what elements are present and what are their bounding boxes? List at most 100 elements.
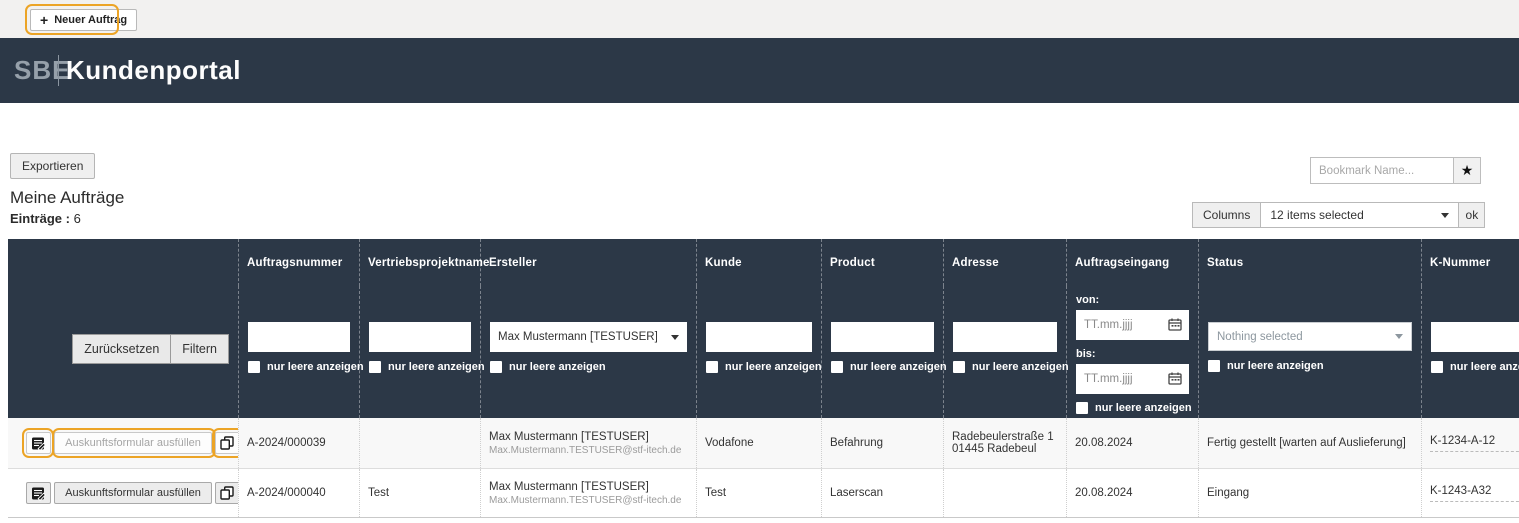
bis-label: bis: <box>1076 348 1189 360</box>
edit-form-button[interactable] <box>26 432 51 454</box>
empty-only-checkbox[interactable] <box>369 361 381 373</box>
new-order-label: Neuer Auftrag <box>54 14 127 26</box>
k-nummer-value[interactable]: K-1234-A-12 <box>1430 435 1519 452</box>
empty-only-checkbox[interactable] <box>1076 402 1088 414</box>
calendar-icon[interactable] <box>1168 372 1182 385</box>
auftragseingang-value: 20.08.2024 <box>1075 487 1198 499</box>
columns-select[interactable]: 12 items selected <box>1261 202 1459 228</box>
plus-icon: + <box>40 13 48 27</box>
filter-cell-k-nummer: nur leere anzeigen <box>1422 286 1519 418</box>
empty-only-checkbox[interactable] <box>490 361 502 373</box>
cell-ersteller: Max Mustermann [TESTUSER] Max.Mustermann… <box>481 418 697 468</box>
status-placeholder: Nothing selected <box>1217 331 1303 343</box>
empty-only-checkbox[interactable] <box>1431 361 1443 373</box>
product-value: Befahrung <box>830 437 943 449</box>
cell-vertriebsprojektname <box>360 418 481 468</box>
column-header-vertriebsprojektname: Vertriebsprojektname <box>360 239 481 286</box>
adresse-filter-input[interactable] <box>953 322 1057 352</box>
row-actions: Auskunftsformular ausfüllen <box>8 418 239 468</box>
export-button[interactable]: Exportieren <box>10 153 95 179</box>
new-order-button[interactable]: + Neuer Auftrag <box>30 9 137 31</box>
cell-adresse: Radebeulerstraße 1 01445 Radebeul <box>944 418 1067 468</box>
product-value: Laserscan <box>830 487 943 499</box>
ersteller-email: Max.Mustermann.TESTUSER@stf-itech.de <box>489 445 696 456</box>
auftragsnummer-filter-input[interactable] <box>248 322 350 352</box>
cell-auftragsnummer: A-2024/000039 <box>239 418 360 468</box>
edit-document-icon <box>31 436 46 451</box>
empty-only-checkbox[interactable] <box>1208 360 1220 372</box>
info-form-button[interactable]: Auskunftsformular ausfüllen <box>54 432 212 454</box>
portal-title: Kundenportal <box>66 55 241 86</box>
kunde-filter-input[interactable] <box>706 322 812 352</box>
empty-only-checkbox[interactable] <box>248 361 260 373</box>
column-header-auftragsnummer: Auftragsnummer <box>239 239 360 286</box>
auftragseingang-value: 20.08.2024 <box>1075 437 1198 449</box>
von-label: von: <box>1076 294 1189 306</box>
adresse-line2: 01445 Radebeul <box>952 443 1066 455</box>
edit-form-button[interactable] <box>26 482 51 504</box>
columns-picker: Columns 12 items selected ok <box>1192 202 1485 228</box>
column-header-k-nummer: K-Nummer <box>1422 239 1519 286</box>
bookmark-save-button[interactable]: ★ <box>1453 157 1481 184</box>
auftragsnummer-value: A-2024/000040 <box>247 487 359 499</box>
empty-only-checkbox[interactable] <box>831 361 843 373</box>
cell-kunde: Test <box>697 469 822 517</box>
reset-filters-button[interactable]: Zurücksetzen <box>72 334 171 364</box>
ersteller-name: Max Mustermann [TESTUSER] <box>489 481 696 493</box>
bookmark-bar: ★ <box>1310 157 1481 184</box>
entries-count: Einträge : 6 <box>10 211 81 226</box>
auftragsnummer-value: A-2024/000039 <box>247 437 359 449</box>
filter-cell-vertriebsprojektname: nur leere anzeigen <box>360 286 481 418</box>
info-form-label: Auskunftsformular ausfüllen <box>65 487 201 499</box>
info-form-button[interactable]: Auskunftsformular ausfüllen <box>54 482 212 504</box>
adresse-line1: Radebeulerstraße 1 <box>952 431 1066 443</box>
vertriebsprojektname-value: Test <box>368 487 480 499</box>
row-actions: Auskunftsformular ausfüllen <box>8 469 239 517</box>
status-value: Fertig gestellt [warten auf Auslieferung… <box>1207 437 1421 449</box>
column-header-status: Status <box>1199 239 1422 286</box>
column-header-ersteller: Ersteller <box>481 239 697 286</box>
edit-document-icon <box>31 486 46 501</box>
ersteller-filter-select[interactable]: Max Mustermann [TESTUSER] <box>490 322 687 352</box>
empty-only-label: nur leere anzeigen <box>972 361 1069 373</box>
ersteller-selected-value: Max Mustermann [TESTUSER] <box>498 331 658 343</box>
k-nummer-value[interactable]: K-1243-A32 <box>1430 485 1519 502</box>
empty-only-checkbox[interactable] <box>953 361 965 373</box>
columns-label: Columns <box>1192 202 1261 228</box>
product-filter-input[interactable] <box>831 322 934 352</box>
cell-kunde: Vodafone <box>697 418 822 468</box>
kunde-value: Vodafone <box>705 437 821 449</box>
filter-cell-adresse: nur leere anzeigen <box>944 286 1067 418</box>
columns-selected-value: 12 items selected <box>1270 208 1363 222</box>
copy-order-button[interactable] <box>215 432 239 454</box>
column-header-kunde: Kunde <box>697 239 822 286</box>
columns-ok-button[interactable]: ok <box>1459 202 1485 228</box>
table-header-row: Auftragsnummer Vertriebsprojektname Erst… <box>8 239 1519 286</box>
copy-icon <box>220 486 234 500</box>
cell-k-nummer: K-1243-A32 <box>1422 469 1519 517</box>
column-header-product: Product <box>822 239 944 286</box>
cell-k-nummer: K-1234-A-12 <box>1422 418 1519 468</box>
kunde-value: Test <box>705 487 821 499</box>
chevron-down-icon <box>1395 334 1403 339</box>
bookmark-name-input[interactable] <box>1310 157 1453 184</box>
chevron-down-icon <box>671 335 679 340</box>
empty-only-checkbox[interactable] <box>706 361 718 373</box>
info-form-label: Auskunftsformular ausfüllen <box>65 437 201 449</box>
filter-cell-auftragsnummer: nur leere anzeigen <box>239 286 360 418</box>
empty-only-label: nur leere anzeigen <box>388 361 485 373</box>
entries-value: 6 <box>74 211 81 226</box>
empty-only-label: nur leere anzeigen <box>850 361 947 373</box>
filter-cell-status: Nothing selected nur leere anzeigen <box>1199 286 1422 418</box>
chevron-down-icon <box>1441 213 1449 218</box>
status-filter-select[interactable]: Nothing selected <box>1208 322 1412 351</box>
copy-order-button[interactable] <box>215 482 239 504</box>
k-nummer-filter-input[interactable] <box>1431 322 1519 352</box>
brand-divider <box>58 55 59 86</box>
vertriebsprojektname-filter-input[interactable] <box>369 322 471 352</box>
cell-product: Laserscan <box>822 469 944 517</box>
apply-filters-button[interactable]: Filtern <box>171 334 229 364</box>
filter-cell-actions: Zurücksetzen Filtern <box>8 286 239 418</box>
cell-ersteller: Max Mustermann [TESTUSER] Max.Mustermann… <box>481 469 697 517</box>
calendar-icon[interactable] <box>1168 318 1182 331</box>
